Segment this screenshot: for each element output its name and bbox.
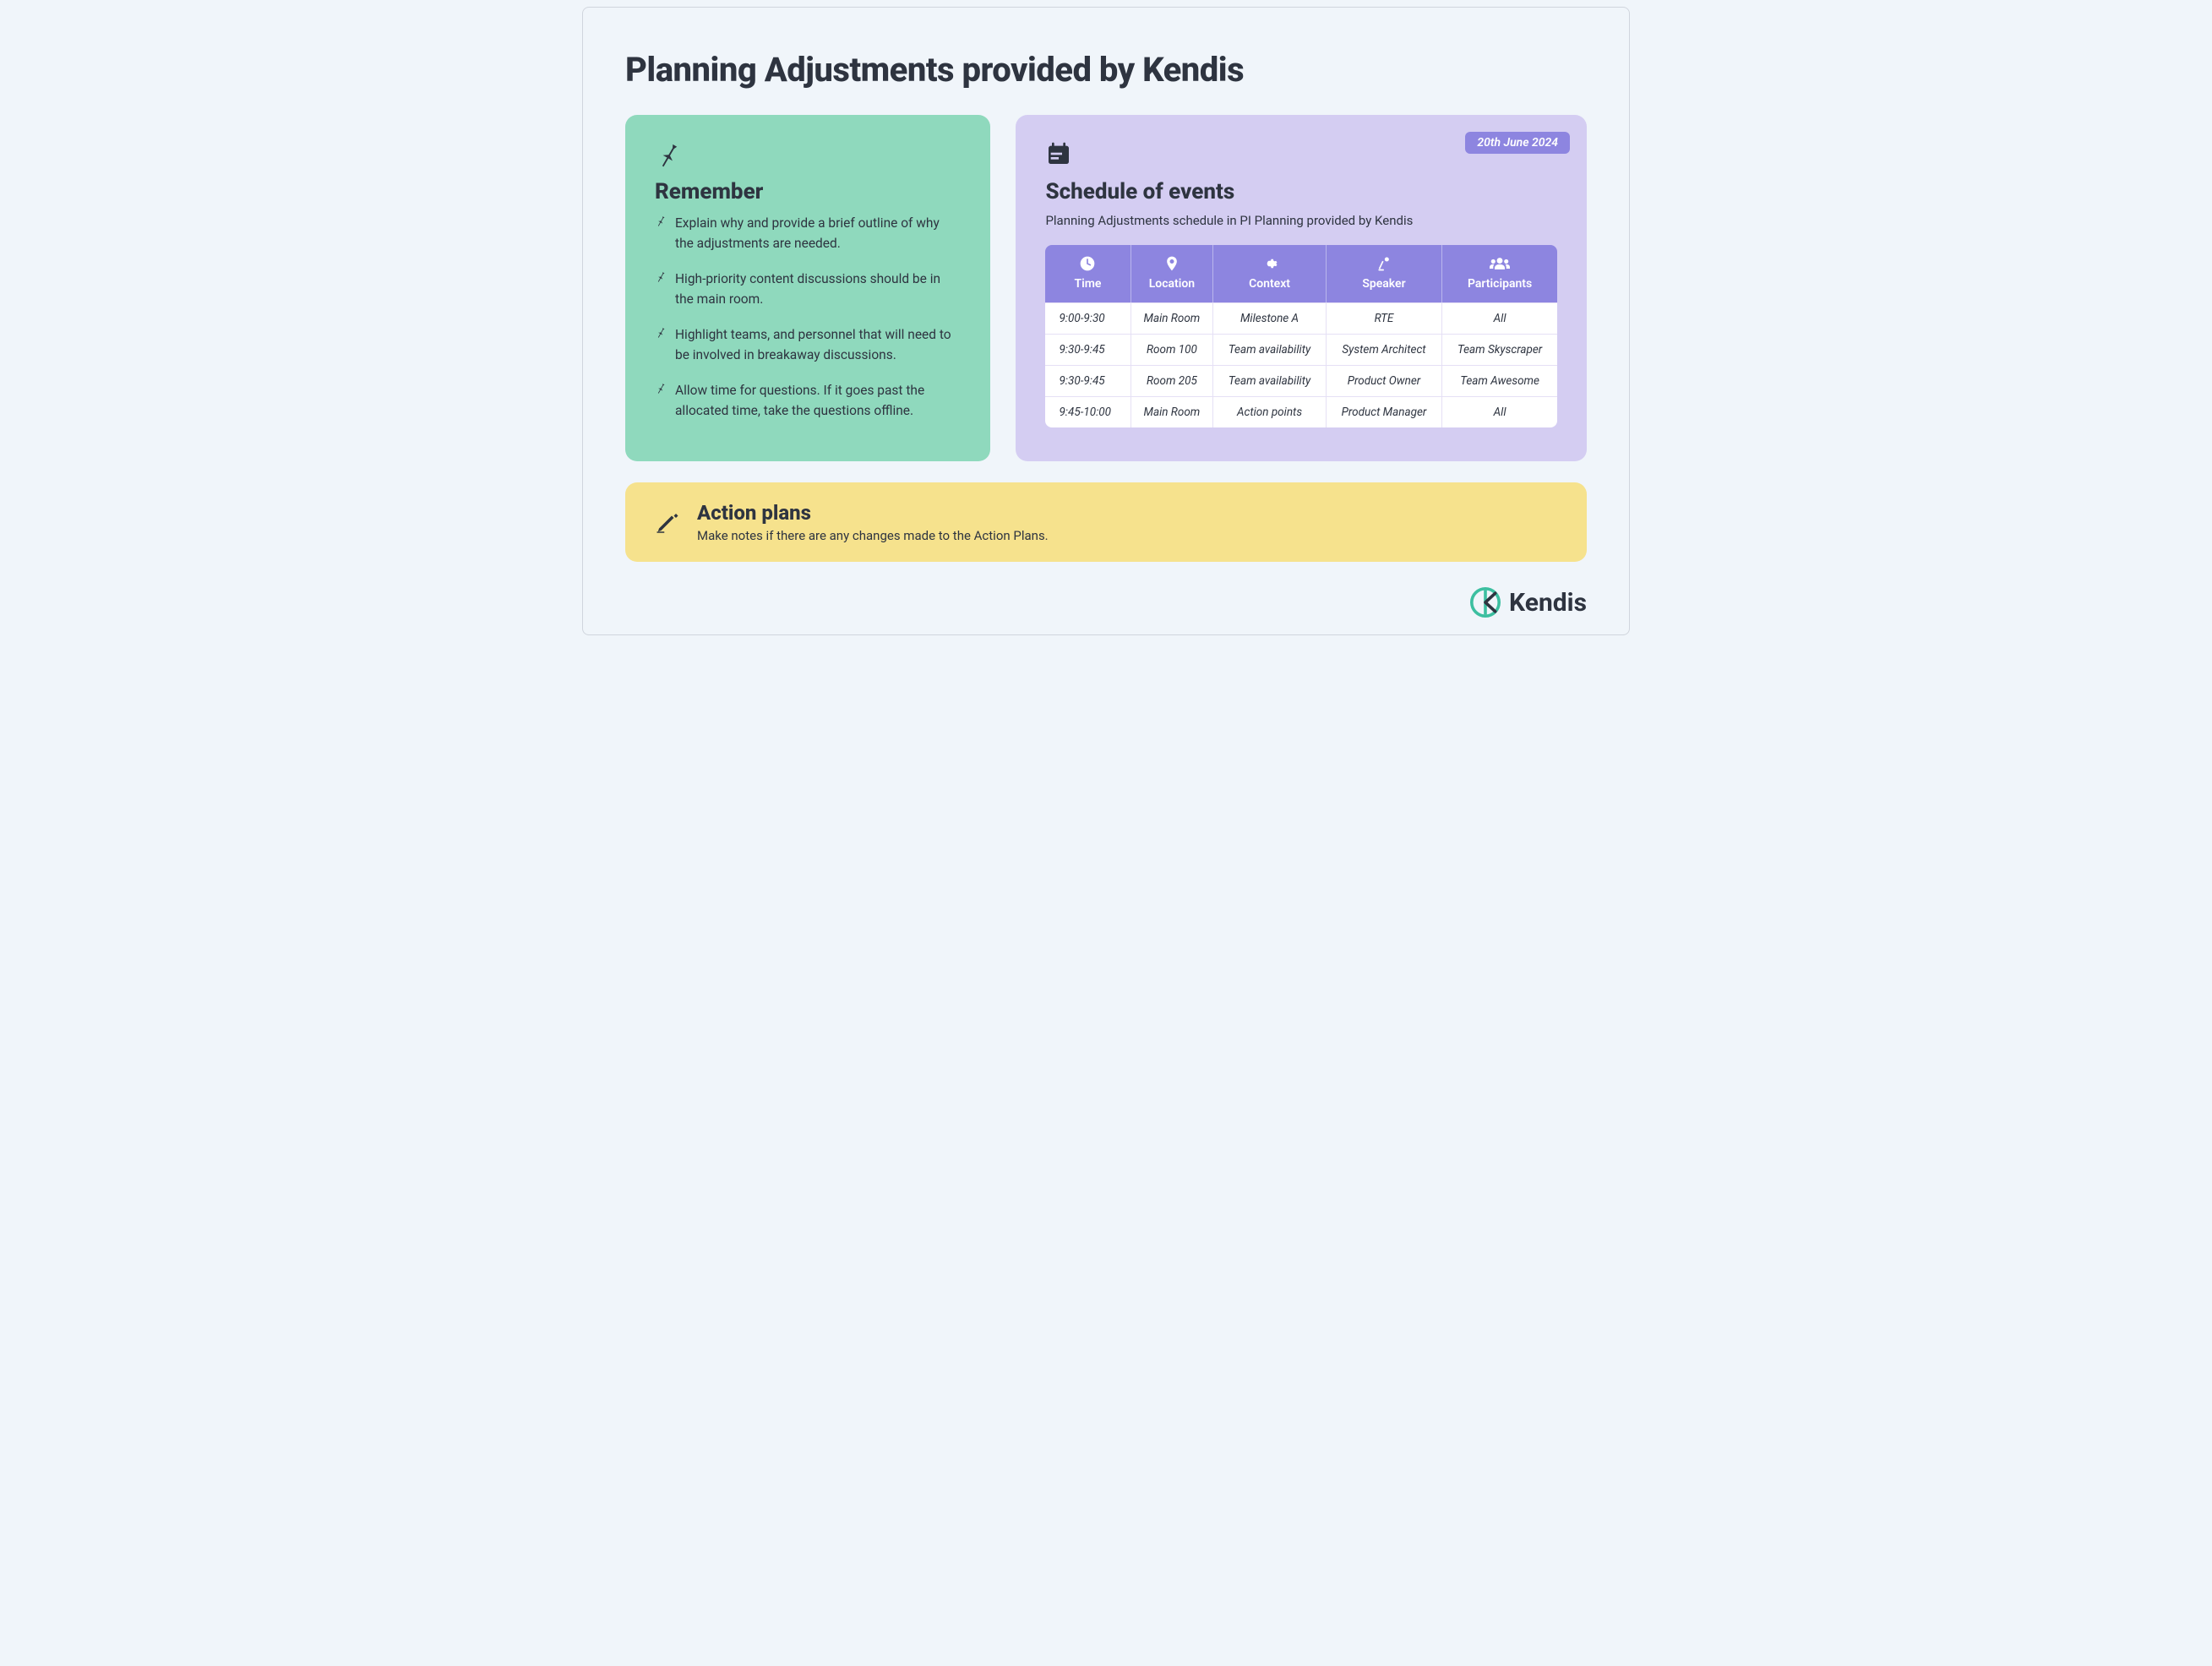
pin-icon: [655, 215, 667, 253]
schedule-sub: Planning Adjustments schedule in PI Plan…: [1045, 213, 1557, 228]
remember-card: Remember Explain why and provide a brief…: [625, 115, 990, 461]
page-title: Planning Adjustments provided by Kendis: [625, 50, 1587, 90]
table-row: 9:45-10:00 Main Room Action points Produ…: [1045, 396, 1557, 427]
col-participants: Participants: [1442, 245, 1557, 302]
date-badge: 20th June 2024: [1465, 132, 1570, 154]
action-sub: Make notes if there are any changes made…: [697, 528, 1049, 543]
document-page: Planning Adjustments provided by Kendis …: [582, 7, 1630, 635]
table-row: 9:30-9:45 Room 205 Team availability Pro…: [1045, 365, 1557, 396]
brand-name: Kendis: [1509, 588, 1587, 618]
col-context: Context: [1213, 245, 1326, 302]
list-item: Explain why and provide a brief outline …: [655, 213, 961, 253]
pin-icon: [655, 270, 667, 309]
remember-list: Explain why and provide a brief outline …: [655, 213, 961, 421]
brand-footer: Kendis: [625, 587, 1587, 618]
list-item-text: Highlight teams, and personnel that will…: [675, 324, 961, 365]
pin-icon: [655, 382, 667, 421]
schedule-table: Time Location Context Speaker: [1045, 245, 1557, 427]
col-speaker: Speaker: [1327, 245, 1442, 302]
list-item-text: Explain why and provide a brief outline …: [675, 213, 961, 253]
pencil-icon: [655, 509, 680, 535]
list-item-text: Allow time for questions. If it goes pas…: [675, 380, 961, 421]
list-item: Allow time for questions. If it goes pas…: [655, 380, 961, 421]
action-heading: Action plans: [697, 501, 1049, 525]
list-item: Highlight teams, and personnel that will…: [655, 324, 961, 365]
schedule-heading: Schedule of events: [1045, 179, 1557, 204]
col-location: Location: [1131, 245, 1214, 302]
cards-row: Remember Explain why and provide a brief…: [625, 115, 1587, 461]
pin-icon: [655, 140, 961, 167]
brand-logo-icon: [1470, 587, 1501, 618]
table-header-row: Time Location Context Speaker: [1045, 245, 1557, 302]
list-item-text: High-priority content discussions should…: [675, 269, 961, 309]
col-time: Time: [1045, 245, 1131, 302]
table-row: 9:00-9:30 Main Room Milestone A RTE All: [1045, 302, 1557, 334]
list-item: High-priority content discussions should…: [655, 269, 961, 309]
pin-icon: [655, 326, 667, 365]
action-card: Action plans Make notes if there are any…: [625, 482, 1587, 562]
schedule-card: 20th June 2024 Schedule of events Planni…: [1016, 115, 1587, 461]
table-row: 9:30-9:45 Room 100 Team availability Sys…: [1045, 334, 1557, 365]
remember-heading: Remember: [655, 179, 961, 204]
